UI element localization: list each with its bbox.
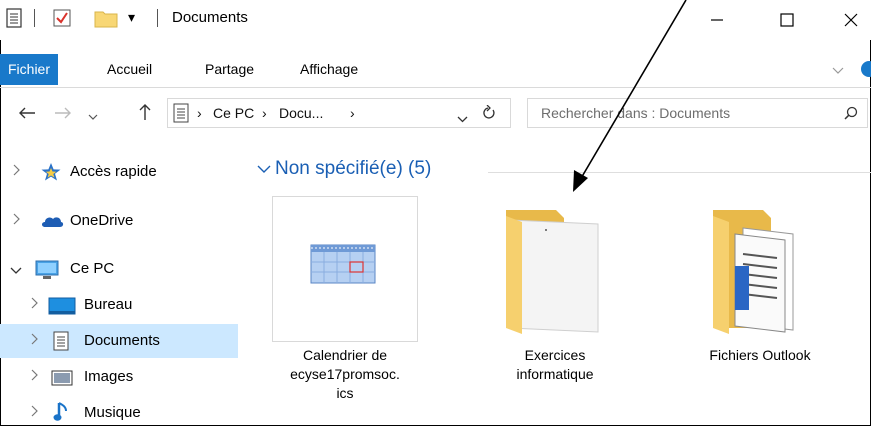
chevron-right-icon[interactable] <box>30 333 38 348</box>
breadcrumb-separator[interactable]: › <box>197 105 202 121</box>
chevron-right-icon[interactable] <box>30 369 38 384</box>
sidebar-item-label: Documents <box>84 332 160 349</box>
forward-arrow-icon[interactable] <box>54 106 72 125</box>
recent-dropdown-icon[interactable] <box>88 108 98 126</box>
folder-label-line: Fichiers Outlook <box>709 347 811 363</box>
calendar-file-icon <box>310 244 376 289</box>
chevron-right-icon[interactable] <box>12 213 20 228</box>
window-title: Documents <box>172 9 248 26</box>
title-separator <box>34 9 35 27</box>
file-item-label: Calendrier de ecyse17promsoc. ics <box>272 346 418 403</box>
folder-item-fichiers-outlook[interactable] <box>687 196 833 342</box>
sidebar-item-documents[interactable]: Documents <box>0 324 238 358</box>
star-icon <box>40 162 62 187</box>
chevron-down-icon[interactable] <box>257 158 275 180</box>
sidebar-item-images[interactable]: Images <box>0 360 238 394</box>
maximize-button[interactable] <box>764 0 810 40</box>
music-icon <box>53 401 69 428</box>
back-arrow-icon[interactable] <box>18 106 36 125</box>
sidebar-item-bureau[interactable]: Bureau <box>0 288 238 322</box>
desktop-icon <box>48 297 76 320</box>
sidebar-item-onedrive[interactable]: OneDrive <box>0 204 238 238</box>
sidebar-item-label: Bureau <box>84 296 133 313</box>
properties-checkbox-icon[interactable] <box>53 9 71 32</box>
group-header[interactable]: Non spécifié(e) (5) <box>257 158 431 180</box>
chevron-right-icon[interactable] <box>30 297 38 312</box>
folder-label-line: Exercices <box>524 347 586 363</box>
search-icon[interactable] <box>844 106 858 125</box>
images-icon <box>51 370 73 391</box>
chevron-right-icon[interactable] <box>30 405 38 420</box>
sidebar-item-label: Accès rapide <box>70 163 157 180</box>
sidebar-item-label: OneDrive <box>70 212 134 229</box>
title-bar: ▾ Documents <box>0 0 871 40</box>
tab-partage[interactable]: Partage <box>205 54 254 85</box>
address-dropdown-icon[interactable] <box>457 110 468 128</box>
computer-icon <box>35 260 59 285</box>
tab-affichage[interactable]: Affichage <box>300 54 358 85</box>
title-separator <box>157 9 158 27</box>
sidebar-item-label: Images <box>84 368 134 385</box>
folder-label-line: informatique <box>516 366 594 382</box>
sidebar-item-ce-pc[interactable]: Ce PC <box>0 252 238 286</box>
chevron-down-icon[interactable] <box>10 263 22 278</box>
ribbon-tabs: Fichier Accueil Partage Affichage <box>0 54 871 88</box>
file-label-line: Calendrier de <box>302 347 388 363</box>
minimize-button[interactable] <box>694 0 740 40</box>
file-item-calendrier[interactable] <box>272 196 418 342</box>
folder-item-label: Fichiers Outlook <box>687 346 833 365</box>
ribbon-expand-icon[interactable] <box>832 62 844 80</box>
up-arrow-icon[interactable] <box>138 103 152 126</box>
folder-item-label: Exercices informatique <box>482 346 628 384</box>
new-folder-icon[interactable] <box>94 8 118 33</box>
qat-dropdown-icon[interactable]: ▾ <box>128 9 135 26</box>
group-header-label: Non spécifié(e) (5) <box>275 158 432 180</box>
tab-fichier[interactable]: Fichier <box>0 54 59 85</box>
file-label-line: ics <box>336 385 354 401</box>
help-icon[interactable] <box>860 60 871 83</box>
folder-icon <box>506 210 602 339</box>
sidebar-item-label: Musique <box>84 404 141 421</box>
sidebar-item-label: Ce PC <box>70 260 115 277</box>
refresh-icon[interactable] <box>482 104 496 126</box>
sidebar-item-acces-rapide[interactable]: Accès rapide <box>0 155 238 189</box>
cloud-icon <box>40 214 64 233</box>
folder-documents-icon <box>713 210 809 339</box>
close-button[interactable] <box>828 0 871 40</box>
chevron-right-icon[interactable] <box>12 164 20 179</box>
file-label-line: ecyse17promsoc. <box>290 366 400 382</box>
ribbon-divider <box>0 87 871 88</box>
breadcrumb-separator[interactable]: › <box>350 105 355 121</box>
breadcrumb-separator[interactable]: › <box>262 105 267 121</box>
breadcrumb-ce-pc[interactable]: Ce PC <box>213 105 254 121</box>
address-bar[interactable]: › Ce PC › Docu... › <box>167 98 511 128</box>
tab-accueil[interactable]: Accueil <box>107 54 152 85</box>
sidebar-item-musique[interactable]: Musique <box>0 396 238 430</box>
annotation-arrow <box>573 0 687 192</box>
folder-item-exercices[interactable] <box>482 196 628 342</box>
document-icon <box>53 331 69 356</box>
document-icon <box>173 103 189 128</box>
app-document-icon[interactable] <box>6 8 22 33</box>
breadcrumb-documents[interactable]: Docu... <box>279 105 323 121</box>
